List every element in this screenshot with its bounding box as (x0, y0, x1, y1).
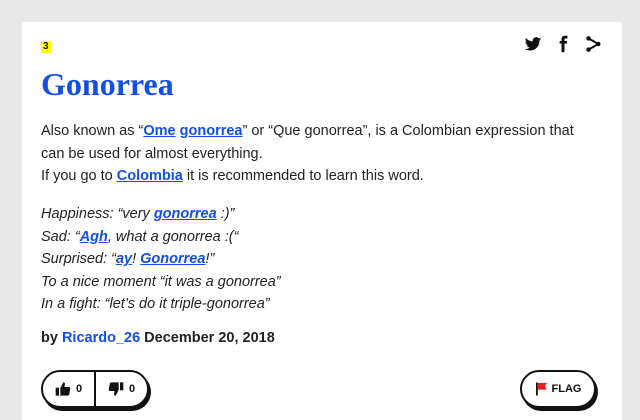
example-line: Happiness: “very gonorrea :)” (41, 206, 235, 222)
meaning-line: Also known as “Ome gonorrea” or “Que gon… (41, 123, 574, 162)
contributor-line: by Ricardo_26 December 20, 2018 (41, 330, 275, 346)
share-bar (524, 35, 602, 53)
share-icon[interactable] (584, 35, 602, 53)
thumbs-down-icon (108, 382, 124, 396)
word-title[interactable]: Gonorrea (41, 64, 174, 104)
downvote-count: 0 (128, 383, 136, 395)
term-link-gonorrea[interactable]: gonorrea (180, 123, 243, 139)
example-text: Happiness: “very gonorrea :)” Sad: “Agh,… (41, 203, 601, 316)
downvote-button[interactable]: 0 (94, 372, 147, 406)
term-link-agh[interactable]: Agh (80, 229, 108, 245)
facebook-icon[interactable] (554, 35, 572, 53)
meaning-text: Also known as “Ome gonorrea” or “Que gon… (41, 120, 601, 188)
definition-card: 3 Gonorrea Also known as “Ome gonorrea” … (22, 22, 622, 420)
upvote-count: 0 (75, 383, 83, 395)
author-link[interactable]: Ricardo_26 (62, 330, 140, 346)
post-date: December 20, 2018 (140, 330, 275, 346)
example-line: In a fight: “let’s do it triple-gonorrea… (41, 296, 270, 312)
rank-badge: 3 (41, 41, 51, 53)
twitter-icon[interactable] (524, 35, 542, 53)
flag-button[interactable]: FLAG (520, 370, 596, 408)
meaning-line: If you go to Colombia it is recommended … (41, 168, 424, 184)
example-line: To a nice moment “it was a gonorrea” (41, 273, 281, 290)
example-line: Sad: “Agh, what a gonorrea :(“ (41, 228, 239, 245)
term-link-colombia[interactable]: Colombia (117, 168, 183, 184)
thumbs-up-icon (55, 382, 71, 396)
term-link-gonorrea-2[interactable]: Gonorrea (140, 251, 205, 267)
term-link-ay[interactable]: ay (116, 251, 132, 267)
flag-label: FLAG (551, 383, 582, 395)
vote-group: 0 0 (41, 370, 149, 408)
upvote-button[interactable]: 0 (43, 372, 94, 406)
flag-icon (535, 382, 547, 396)
example-line: Surprised: “ay! Gonorrea!” (41, 251, 215, 267)
term-link-gonorrea[interactable]: gonorrea (154, 206, 217, 222)
term-link-ome[interactable]: Ome (143, 123, 175, 139)
